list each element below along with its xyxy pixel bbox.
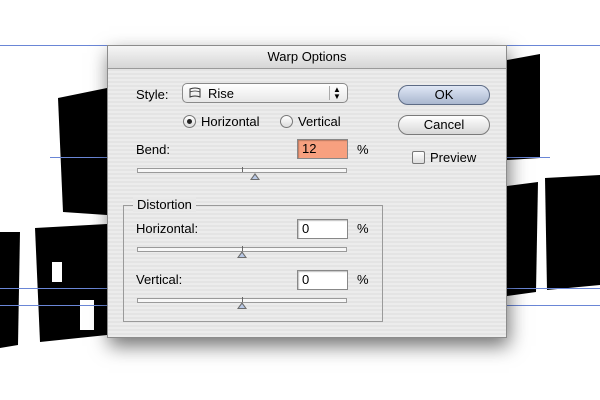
vertical-distortion-field[interactable]: 0: [297, 270, 348, 290]
preview-checkbox[interactable]: [412, 151, 425, 164]
style-popup[interactable]: Rise ▲ ▼: [182, 83, 348, 103]
horizontal-radio-label[interactable]: Horizontal: [201, 114, 260, 129]
horizontal-distortion-label: Horizontal:: [136, 221, 199, 236]
ok-button[interactable]: OK: [398, 85, 490, 105]
bend-slider-thumb[interactable]: [250, 173, 260, 180]
horizontal-distortion-slider-thumb[interactable]: [237, 251, 247, 258]
horizontal-distortion-unit: %: [357, 221, 369, 236]
bend-slider-center-tick: [242, 167, 243, 172]
preview-label[interactable]: Preview: [430, 150, 476, 165]
vertical-radio[interactable]: [280, 115, 293, 128]
radio-selected-dot: [187, 119, 192, 124]
warp-style-icon: [189, 87, 201, 98]
style-label: Style:: [136, 87, 169, 102]
vertical-radio-label[interactable]: Vertical: [298, 114, 341, 129]
vertical-distortion-slider-thumb[interactable]: [237, 302, 247, 309]
popup-arrows-icon: ▲ ▼: [329, 86, 344, 101]
bend-field[interactable]: 12: [297, 139, 348, 159]
style-value: Rise: [208, 86, 235, 101]
vertical-distortion-label: Vertical:: [136, 272, 183, 287]
dialog-title: Warp Options: [108, 46, 506, 69]
distortion-group-title: Distortion: [133, 197, 196, 212]
warp-options-dialog: Warp Options Style: Rise ▲ ▼ Horizontal V…: [107, 45, 507, 338]
bend-label: Bend:: [136, 142, 170, 157]
bend-unit: %: [357, 142, 369, 157]
cancel-button[interactable]: Cancel: [398, 115, 490, 135]
horizontal-distortion-field[interactable]: 0: [297, 219, 348, 239]
horizontal-radio[interactable]: [183, 115, 196, 128]
vertical-distortion-unit: %: [357, 272, 369, 287]
